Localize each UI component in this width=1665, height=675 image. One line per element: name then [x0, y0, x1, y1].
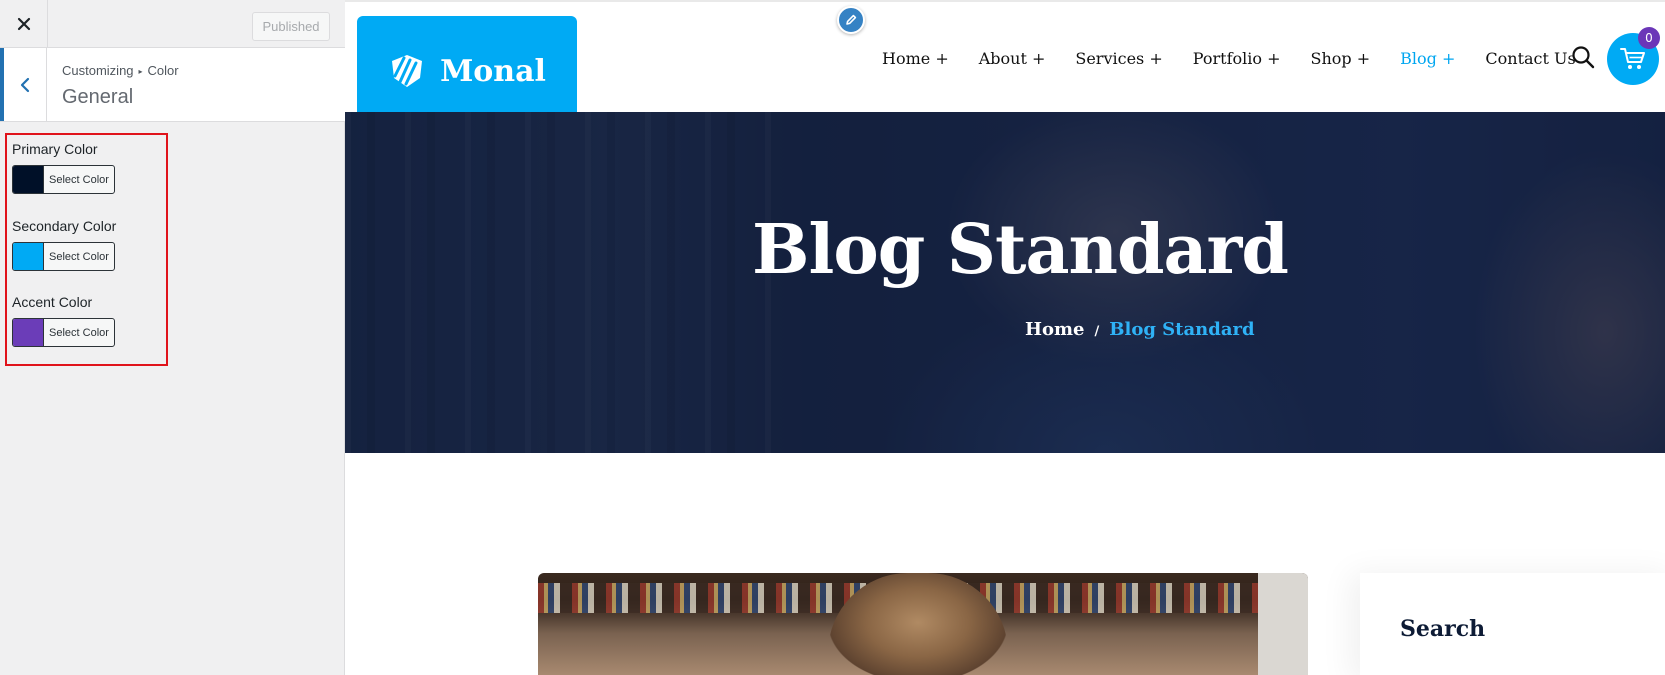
close-icon [17, 17, 30, 31]
section-title: General [62, 86, 134, 108]
post-image-edge [1258, 573, 1308, 675]
accent-color-swatch [13, 319, 44, 346]
primary-color-control: Primary Color Select Color [12, 141, 115, 194]
hero-breadcrumb: Home / Blog Standard [1025, 319, 1255, 340]
accent-color-control: Accent Color Select Color [12, 294, 115, 347]
cart-count-badge: 0 [1638, 27, 1660, 49]
main-nav: Home + About + Services + Portfolio + Sh… [882, 44, 1606, 72]
search-widget-title: Search [1400, 616, 1486, 642]
primary-color-swatch [13, 166, 44, 193]
section-header: Customizing ▸ Color General [0, 48, 345, 122]
secondary-color-picker-button[interactable]: Select Color [12, 242, 115, 271]
nav-item-contact[interactable]: Contact Us [1485, 49, 1575, 68]
nav-item-services[interactable]: Services + [1075, 49, 1162, 68]
breadcrumb-separator: ▸ [138, 67, 143, 76]
hero-breadcrumb-home[interactable]: Home [1025, 319, 1085, 340]
search-icon[interactable] [1570, 44, 1596, 70]
breadcrumb-current: Color [147, 63, 179, 78]
site-preview: Monal Home + About + Services + Portfoli… [345, 0, 1665, 675]
close-customizer-button[interactable] [0, 0, 48, 48]
preview-top-border [345, 0, 1665, 2]
nav-item-blog[interactable]: Blog + [1400, 49, 1455, 68]
customizer-topbar: Published [0, 0, 345, 48]
breadcrumb-root: Customizing [62, 63, 134, 78]
accent-color-picker-button[interactable]: Select Color [12, 318, 115, 347]
sidebar-search-widget: Search [1360, 573, 1665, 675]
nav-item-about[interactable]: About + [979, 49, 1046, 68]
accent-select-color-label: Select Color [49, 326, 109, 339]
secondary-color-swatch [13, 243, 44, 270]
primary-color-picker-button[interactable]: Select Color [12, 165, 115, 194]
page-hero: Blog Standard Home / Blog Standard [345, 112, 1665, 453]
cart-icon [1620, 48, 1645, 69]
secondary-color-control: Secondary Color Select Color [12, 218, 116, 271]
secondary-select-color-label: Select Color [49, 250, 109, 263]
chevron-left-icon [20, 77, 30, 92]
secondary-color-label: Secondary Color [12, 218, 117, 234]
page-title-text: Blog Standard [752, 210, 1289, 290]
post-featured-image[interactable] [538, 573, 1308, 675]
published-button[interactable]: Published [252, 12, 330, 41]
edit-shortcut-button[interactable] [837, 6, 865, 34]
accent-color-label: Accent Color [12, 294, 93, 310]
breadcrumb: Customizing ▸ Color [62, 63, 179, 78]
page-title: Blog Standard [345, 210, 1665, 290]
hero-breadcrumb-separator: / [1094, 324, 1100, 339]
back-button[interactable] [0, 48, 47, 121]
hero-breadcrumb-current: Blog Standard [1109, 319, 1255, 340]
primary-color-label: Primary Color [12, 141, 98, 157]
logo-text: Monal [440, 53, 546, 89]
pencil-icon [846, 14, 857, 25]
logo-mark-icon [392, 55, 423, 87]
nav-item-portfolio[interactable]: Portfolio + [1193, 49, 1281, 68]
customizer-sidebar: Published Customizing ▸ Color General Prim… [0, 0, 345, 675]
nav-item-shop[interactable]: Shop + [1311, 49, 1371, 68]
primary-select-color-label: Select Color [49, 173, 109, 186]
nav-item-home[interactable]: Home + [882, 49, 949, 68]
site-logo[interactable]: Monal [357, 16, 577, 126]
